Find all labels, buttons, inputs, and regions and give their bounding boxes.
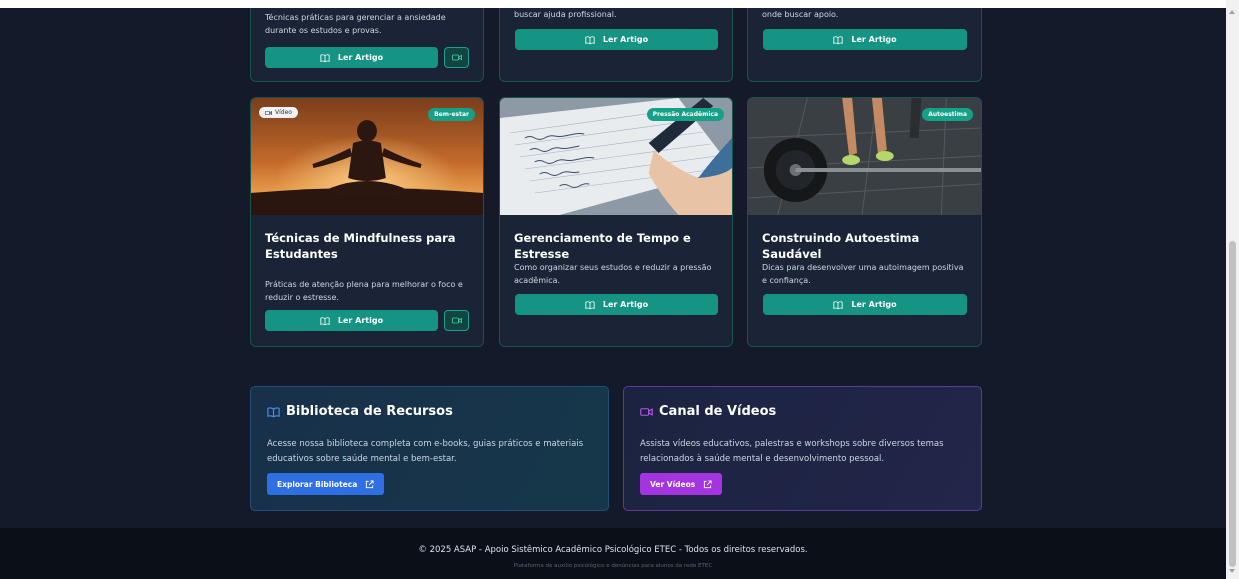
read-article-button[interactable]: Ler Artigo — [763, 29, 967, 50]
watch-video-button[interactable] — [444, 47, 469, 68]
book-open-icon — [585, 35, 595, 44]
card-description: onde buscar apoio. — [762, 10, 839, 19]
article-card-support: onde buscar apoio. Ler Artigo — [747, 8, 982, 82]
book-open-icon — [833, 35, 843, 44]
card-title: Gerenciamento de Tempo e Estresse — [514, 231, 691, 261]
external-link-icon — [366, 479, 374, 488]
vertical-scrollbar[interactable] — [1226, 0, 1239, 579]
footer-subtitle: Plataforma de auxílio psicológico e denú… — [513, 563, 713, 569]
article-card-help: buscar ajuda profissional. Ler Artigo — [499, 8, 733, 82]
video-channel-title: Canal de Vídeos — [640, 404, 776, 419]
read-article-label: Ler Artigo — [851, 35, 897, 44]
video-camera-icon — [451, 54, 462, 61]
book-open-icon — [833, 300, 843, 309]
book-open-icon — [320, 53, 330, 62]
card-title: Construindo Autoestima Saudável — [762, 231, 920, 261]
read-article-button[interactable]: Ler Artigo — [515, 294, 718, 315]
book-open-icon — [267, 406, 280, 417]
video-badge: Vídeo — [259, 107, 298, 118]
video-camera-icon — [451, 317, 462, 324]
watch-videos-button[interactable]: Ver Vídeos — [640, 473, 723, 495]
card-description: Dicas para desenvolver uma autoimagem po… — [762, 263, 964, 285]
library-title: Biblioteca de Recursos — [267, 404, 453, 419]
article-card-self-esteem: Autoestima Construindo Autoestima Saudáv… — [747, 97, 982, 347]
read-article-button[interactable]: Ler Artigo — [265, 310, 438, 331]
external-link-icon — [704, 479, 712, 488]
page-footer: © 2025 ASAP - Apoio Sistêmico Acadêmico … — [0, 528, 1226, 579]
article-card-mindfulness: Vídeo Bem-estar Técnicas de Mindfulness … — [250, 97, 484, 347]
category-badge: Bem-estar — [428, 108, 475, 121]
read-article-label: Ler Artigo — [602, 35, 649, 44]
category-badge: Pressão Acadêmica — [646, 108, 724, 121]
footer-copyright: © 2025 ASAP - Apoio Sistêmico Acadêmico … — [418, 545, 808, 555]
read-article-label: Ler Artigo — [851, 300, 897, 309]
read-article-label: Ler Artigo — [337, 316, 384, 325]
scrollbar-thumb[interactable] — [1229, 241, 1236, 567]
category-badge: Autoestima — [922, 108, 973, 121]
explore-library-button[interactable]: Explorar Biblioteca — [267, 473, 385, 495]
book-open-icon — [320, 316, 330, 325]
read-article-button[interactable]: Ler Artigo — [265, 47, 438, 68]
read-article-label: Ler Artigo — [602, 300, 649, 309]
watch-video-button[interactable] — [444, 310, 469, 331]
book-open-icon — [585, 300, 595, 309]
video-camera-icon — [640, 407, 653, 416]
library-description: Acesse nossa biblioteca completa com e-b… — [267, 439, 584, 464]
read-article-label: Ler Artigo — [337, 53, 384, 62]
browser-top-strip — [0, 0, 1226, 8]
video-camera-icon — [265, 110, 272, 115]
read-article-button[interactable]: Ler Artigo — [763, 294, 967, 315]
card-description: Técnicas práticas para gerenciar a ansie… — [265, 13, 446, 35]
video-channel-description: Assista vídeos educativos, palestras e w… — [640, 439, 944, 464]
card-description: Como organizar seus estudos e reduzir a … — [514, 263, 712, 285]
page-content: Técnicas práticas para gerenciar a ansie… — [0, 8, 1226, 579]
scroll-up-arrow-icon[interactable] — [1229, 10, 1235, 14]
resource-library-panel: Biblioteca de Recursos Acesse nossa bibl… — [250, 386, 609, 511]
scroll-down-arrow-icon[interactable] — [1229, 569, 1235, 573]
read-article-button[interactable]: Ler Artigo — [515, 29, 718, 50]
article-card-anxiety: Técnicas práticas para gerenciar a ansie… — [250, 8, 484, 82]
card-title: Técnicas de Mindfulness para Estudantes — [265, 231, 456, 261]
card-description: Práticas de atenção plena para melhorar … — [265, 280, 463, 302]
video-channel-panel: Canal de Vídeos Assista vídeos educativo… — [623, 386, 982, 511]
card-description: buscar ajuda profissional. — [514, 10, 617, 19]
article-card-time-management: Pressão Acadêmica Gerenciamento de Tempo… — [499, 97, 733, 347]
